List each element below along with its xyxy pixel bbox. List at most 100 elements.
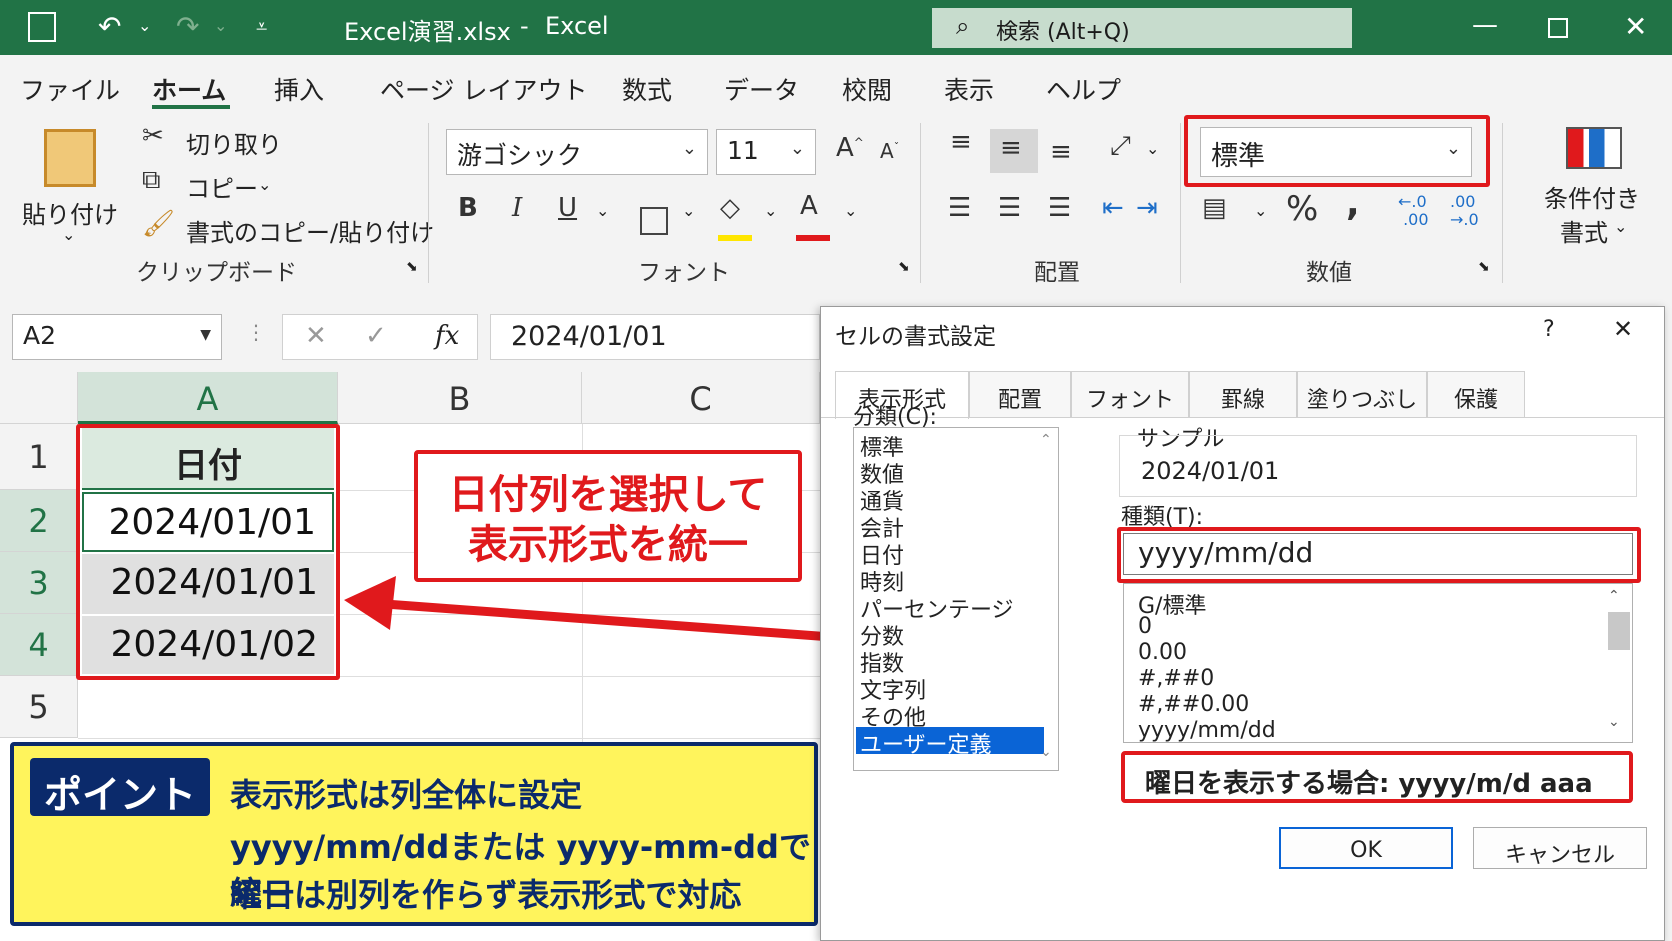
orientation-icon[interactable]: ⤢	[1110, 131, 1131, 162]
tab-page-layout[interactable]: ページ レイアウト	[380, 71, 587, 107]
column-header-c[interactable]: C	[582, 372, 820, 424]
category-item[interactable]: 会計	[856, 511, 1054, 542]
search-box[interactable]: ⌕ 検索 (Alt+Q)	[932, 8, 1352, 48]
format-item[interactable]: yyyy/mm/dd	[1138, 718, 1276, 742]
conditional-format-button-line2[interactable]: 書式	[1560, 213, 1608, 248]
dialog-close-button[interactable]: ✕	[1613, 315, 1633, 343]
format-item[interactable]: 0.00	[1138, 640, 1187, 665]
more-options-icon[interactable]: ⋮	[246, 320, 266, 344]
paste-icon[interactable]	[44, 129, 96, 187]
row-header-1[interactable]: 1	[0, 424, 78, 490]
underline-dropdown-icon[interactable]: ⌄	[596, 201, 609, 220]
minimize-button[interactable]: —	[1472, 10, 1498, 40]
font-launcher-icon[interactable]: ⬊	[898, 259, 910, 275]
category-item[interactable]: その他	[856, 700, 1054, 731]
increase-decimal-icon[interactable]: ←.0 .00	[1398, 193, 1429, 229]
paste-dropdown-icon[interactable]: ⌄	[62, 225, 75, 244]
tab-alignment[interactable]: 配置	[969, 371, 1071, 417]
comma-style-button[interactable]: ,	[1346, 183, 1360, 224]
percent-button[interactable]: %	[1286, 189, 1318, 229]
category-item[interactable]: 時刻	[856, 565, 1054, 596]
conditional-format-dropdown-icon[interactable]: ⌄	[1614, 217, 1627, 236]
undo-icon[interactable]: ↶	[98, 10, 121, 43]
decrease-indent-icon[interactable]: ⇤	[1102, 193, 1124, 223]
row-header-3[interactable]: 3	[0, 552, 78, 614]
tab-home[interactable]: ホーム	[152, 71, 226, 107]
cancel-edit-icon[interactable]: ✕	[305, 321, 327, 351]
tab-help[interactable]: ヘルプ	[1046, 71, 1121, 107]
font-name-select[interactable]: 游ゴシック ⌄	[446, 129, 708, 175]
increase-indent-icon[interactable]: ⇥	[1136, 193, 1158, 223]
row-header-4[interactable]: 4	[0, 614, 78, 676]
scroll-down-icon[interactable]: ⌄	[1608, 714, 1620, 730]
underline-button[interactable]: U	[558, 193, 577, 223]
maximize-button[interactable]	[1548, 18, 1568, 38]
formula-input[interactable]: 2024/01/01	[490, 314, 820, 360]
align-center-icon[interactable]: ☰	[998, 193, 1021, 223]
cut-button[interactable]: 切り取り	[186, 125, 282, 160]
font-size-select[interactable]: 11 ⌄	[716, 129, 816, 175]
format-item[interactable]: #,##0.00	[1138, 692, 1249, 717]
confirm-edit-icon[interactable]: ✓	[365, 321, 387, 351]
tab-file[interactable]: ファイル	[20, 71, 120, 107]
format-item[interactable]: #,##0	[1138, 666, 1214, 691]
fill-color-icon[interactable]: ◇	[720, 193, 740, 223]
close-window-button[interactable]: ✕	[1624, 10, 1647, 43]
column-header-b[interactable]: B	[338, 372, 582, 424]
align-right-icon[interactable]: ☰	[1048, 193, 1071, 223]
category-item[interactable]: 分数	[856, 619, 1054, 650]
font-color-dropdown-icon[interactable]: ⌄	[844, 201, 857, 220]
ok-button[interactable]: OK	[1279, 827, 1453, 869]
number-launcher-icon[interactable]: ⬊	[1478, 259, 1490, 275]
scroll-up-icon[interactable]: ⌃	[1040, 432, 1052, 448]
category-list[interactable]: 標準 数値 通貨 会計 日付 時刻 パーセンテージ 分数 指数 文字列 その他 …	[853, 427, 1059, 771]
copy-dropdown-icon[interactable]: ⌄	[258, 175, 271, 194]
borders-icon[interactable]	[640, 207, 668, 235]
format-list[interactable]: G/標準 0 0.00 #,##0 #,##0.00 yyyy/mm/dd ⌃ …	[1123, 583, 1633, 743]
tab-data[interactable]: データ	[724, 71, 799, 107]
undo-dropdown-icon[interactable]: ⌄	[138, 16, 151, 35]
scroll-up-icon[interactable]: ⌃	[1608, 588, 1620, 604]
borders-dropdown-icon[interactable]: ⌄	[682, 201, 695, 220]
tab-fill[interactable]: 塗りつぶし	[1297, 371, 1427, 417]
tab-insert[interactable]: 挿入	[274, 71, 324, 107]
scrollbar-thumb[interactable]	[1608, 612, 1630, 650]
accounting-dropdown-icon[interactable]: ⌄	[1254, 201, 1267, 220]
scroll-down-icon[interactable]: ⌄	[1040, 744, 1052, 760]
tab-review[interactable]: 校閲	[842, 71, 892, 107]
customize-toolbar-icon[interactable]: ⩡	[256, 14, 267, 38]
category-item[interactable]: パーセンテージ	[856, 592, 1054, 623]
align-top-icon[interactable]: ≡	[950, 127, 972, 157]
format-item[interactable]: 0	[1138, 614, 1152, 639]
category-item[interactable]: 標準	[856, 430, 1054, 461]
category-item[interactable]: 数値	[856, 457, 1054, 488]
tab-font[interactable]: フォント	[1071, 371, 1189, 417]
select-all-corner[interactable]	[0, 372, 78, 424]
orientation-dropdown-icon[interactable]: ⌄	[1146, 139, 1159, 158]
format-painter-button[interactable]: 書式のコピー/貼り付け	[186, 213, 434, 248]
category-item-selected[interactable]: ユーザー定義	[856, 727, 1044, 758]
align-left-icon[interactable]: ☰	[948, 193, 971, 223]
insert-function-button[interactable]: fx	[435, 321, 459, 351]
tab-border[interactable]: 罫線	[1189, 371, 1297, 417]
dialog-help-button[interactable]: ?	[1543, 317, 1555, 342]
clipboard-launcher-icon[interactable]: ⬊	[406, 259, 418, 275]
conditional-format-icon[interactable]	[1566, 127, 1622, 169]
increase-font-icon[interactable]: A^	[836, 133, 864, 163]
row-header-5[interactable]: 5	[0, 676, 78, 738]
font-color-icon[interactable]: A	[800, 191, 818, 221]
category-item[interactable]: 日付	[856, 538, 1054, 569]
decrease-font-icon[interactable]: Aˇ	[880, 139, 899, 163]
copy-button[interactable]: コピー	[186, 169, 258, 204]
italic-button[interactable]: I	[512, 193, 522, 223]
tab-formulas[interactable]: 数式	[622, 71, 672, 107]
align-middle-icon[interactable]: ≡	[1000, 133, 1022, 163]
column-header-a[interactable]: A	[78, 372, 338, 424]
fill-color-dropdown-icon[interactable]: ⌄	[764, 201, 777, 220]
bold-button[interactable]: B	[458, 193, 478, 223]
tab-view[interactable]: 表示	[944, 71, 994, 107]
conditional-format-button[interactable]: 条件付き	[1544, 179, 1640, 214]
category-item[interactable]: 指数	[856, 646, 1054, 677]
row-header-2[interactable]: 2	[0, 490, 78, 552]
accounting-format-icon[interactable]: ▤	[1202, 193, 1227, 223]
